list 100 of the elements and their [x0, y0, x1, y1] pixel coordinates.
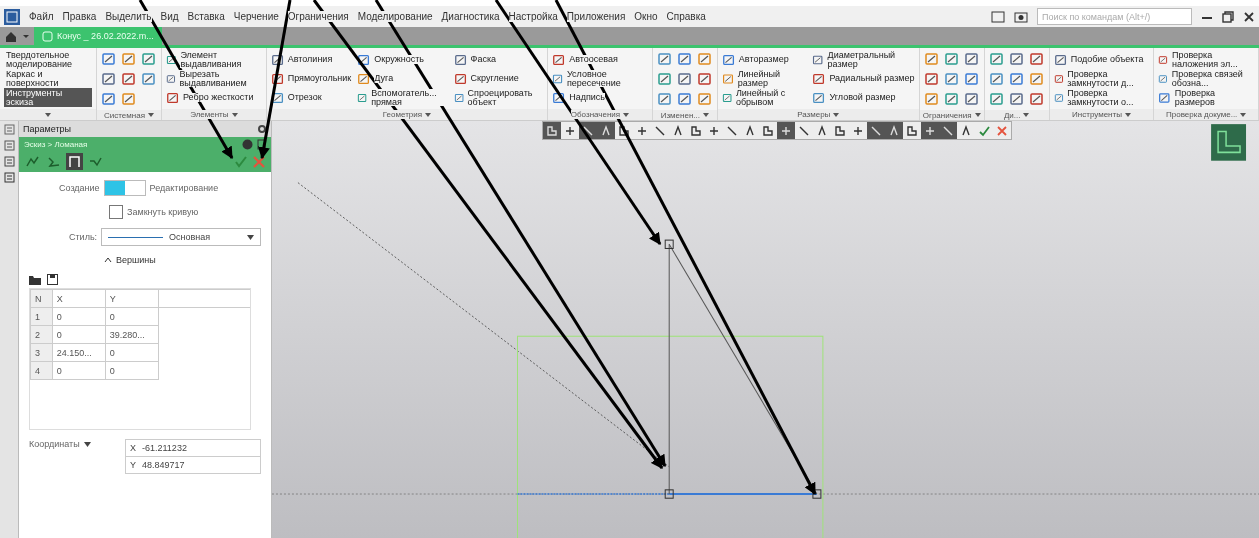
vertex-marker[interactable]	[812, 489, 822, 499]
menu-item[interactable]: Вид	[160, 11, 179, 22]
coordinate-field[interactable]: Y 48.849717	[125, 457, 261, 474]
command-label[interactable]: Автолиния	[287, 55, 333, 64]
menu-item[interactable]: Черчение	[233, 11, 279, 22]
tool-icon[interactable]	[101, 51, 117, 67]
tool-icon[interactable]	[963, 51, 980, 67]
sidebar-icon[interactable]	[3, 140, 15, 151]
tool-icon[interactable]	[943, 71, 960, 87]
sidebar-icon[interactable]	[3, 124, 15, 135]
tool-icon[interactable]	[656, 91, 673, 107]
checkbox-label[interactable]: Замкнуть кривую	[127, 207, 199, 217]
check-icon[interactable]	[234, 154, 248, 169]
command-icon[interactable]	[357, 52, 372, 67]
caret-icon[interactable]	[833, 112, 840, 117]
caret-icon[interactable]	[1240, 112, 1247, 117]
polyline-mode-button[interactable]	[66, 153, 83, 170]
command-icon[interactable]	[270, 71, 285, 86]
command-label[interactable]: Отрезок	[287, 93, 322, 102]
mode-item[interactable]: Твердотельное моделирование	[4, 50, 92, 69]
menu-item[interactable]: Ограничения	[287, 11, 349, 22]
command-label[interactable]: Надпись	[569, 93, 605, 102]
tool-icon[interactable]	[923, 51, 940, 67]
caret-icon[interactable]	[623, 112, 630, 117]
command-label[interactable]: Подобие объекта	[1070, 55, 1144, 64]
caret-icon[interactable]	[45, 112, 51, 117]
tool-icon[interactable]	[1008, 71, 1025, 87]
tool-icon[interactable]	[943, 91, 960, 107]
tool-icon[interactable]	[676, 71, 693, 87]
tool-icon[interactable]	[696, 91, 713, 107]
close-icon[interactable]	[1243, 10, 1255, 23]
mode-switch[interactable]	[103, 180, 146, 196]
tool-icon[interactable]	[121, 51, 137, 67]
caret-icon[interactable]	[148, 113, 154, 117]
tool-icon[interactable]	[676, 51, 693, 67]
tool-icon[interactable]	[696, 51, 713, 67]
frame-icon[interactable]	[1211, 124, 1247, 161]
mode-item[interactable]: Каркас и поверхности	[4, 69, 92, 88]
sidebar-icon[interactable]	[3, 156, 15, 167]
table-cell[interactable]: 0	[52, 361, 106, 380]
menu-item[interactable]: Выделить	[105, 11, 152, 22]
command-label[interactable]: Авторазмер	[738, 55, 789, 64]
mode-item[interactable]: Инструменты эскиза	[4, 88, 92, 107]
menu-item[interactable]: Вставка	[187, 11, 225, 22]
table-cell[interactable]: 24.150...	[52, 343, 106, 362]
section-header[interactable]: Вершины	[116, 255, 156, 265]
command-label[interactable]: Прямоугольник	[287, 74, 352, 83]
tool-icon[interactable]	[121, 71, 137, 87]
close-icon[interactable]	[252, 154, 266, 169]
tool-icon[interactable]	[676, 91, 693, 107]
tool-icon[interactable]	[1008, 51, 1025, 67]
caret-icon[interactable]	[104, 257, 112, 263]
command-label[interactable]: Угловой размер	[829, 93, 896, 102]
vertex-marker[interactable]	[664, 489, 674, 499]
coordinate-field[interactable]: X -61.211232	[125, 439, 261, 457]
command-label[interactable]: Скругление	[470, 74, 519, 83]
table-cell[interactable]: 0	[52, 307, 106, 326]
tool-icon[interactable]	[1028, 71, 1045, 87]
table-cell[interactable]: 0	[105, 343, 159, 362]
caret-icon[interactable]	[1124, 112, 1131, 117]
table-cell[interactable]: 39.280...	[105, 325, 159, 344]
tool-icon[interactable]	[121, 91, 137, 107]
table-cell[interactable]: 0	[105, 361, 159, 380]
command-label[interactable]: Ребро жесткости	[183, 93, 254, 102]
caret-icon[interactable]	[83, 441, 91, 447]
caret-icon[interactable]	[1023, 113, 1030, 117]
tool-icon[interactable]	[656, 51, 673, 67]
restore-icon[interactable]	[1222, 10, 1234, 23]
folder-icon[interactable]	[29, 274, 41, 285]
table-cell[interactable]: 0	[105, 307, 159, 326]
pin-icon[interactable]	[257, 139, 266, 150]
menu-item[interactable]: Правка	[62, 11, 97, 22]
checkbox[interactable]	[109, 205, 123, 219]
save-icon[interactable]	[47, 274, 58, 285]
caret-icon[interactable]	[974, 113, 981, 117]
command-icon[interactable]	[270, 52, 285, 67]
vertex-marker[interactable]	[664, 239, 674, 249]
camera-icon[interactable]	[1014, 10, 1028, 23]
settings-icon[interactable]	[257, 124, 267, 134]
window-icon[interactable]	[991, 10, 1005, 23]
command-icon[interactable]	[270, 90, 285, 105]
sidebar-icon[interactable]	[3, 172, 15, 183]
style-dropdown[interactable]: Основная	[101, 228, 261, 246]
tool-icon[interactable]	[1028, 51, 1045, 67]
tool-icon[interactable]	[923, 71, 940, 87]
menu-item[interactable]: Окно	[634, 11, 658, 22]
tool-icon[interactable]	[963, 71, 980, 87]
table-cell[interactable]: 0	[52, 325, 106, 344]
tool-icon[interactable]	[696, 71, 713, 87]
menu-item[interactable]: Моделирование	[357, 11, 433, 22]
command-label[interactable]: Автоосевая	[569, 55, 618, 64]
tool-icon[interactable]	[656, 71, 673, 87]
tool-icon[interactable]	[963, 91, 980, 107]
tool-icon[interactable]	[988, 91, 1005, 107]
tool-icon[interactable]	[923, 91, 940, 107]
caret-icon[interactable]	[703, 113, 709, 117]
tool-icon[interactable]	[943, 51, 960, 67]
command-icon[interactable]	[552, 90, 567, 105]
menu-item[interactable]: Справка	[666, 11, 706, 22]
tool-icon[interactable]	[141, 51, 157, 67]
